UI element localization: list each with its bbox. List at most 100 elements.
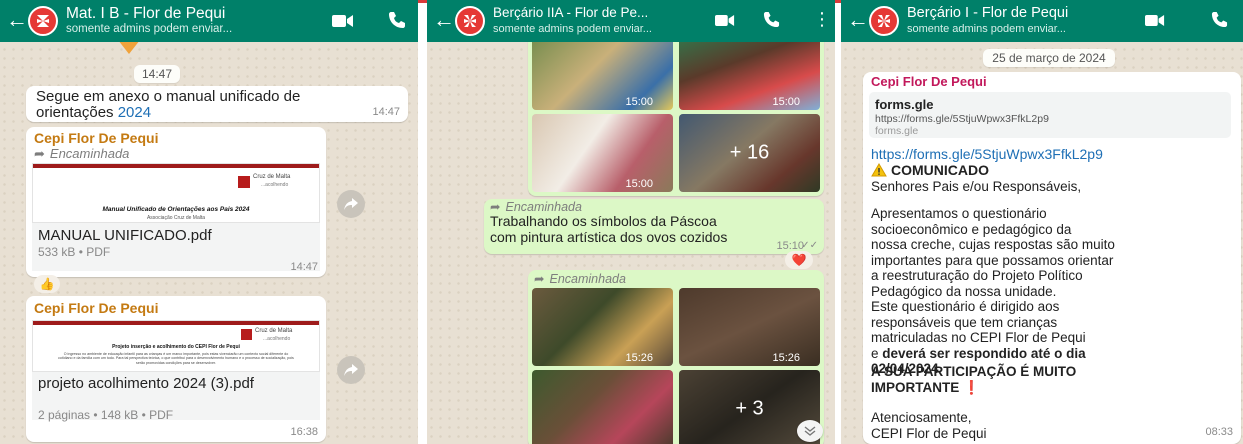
message-bubble[interactable]: Cepi Flor De Pequi forms.gle https://for… (863, 72, 1241, 444)
document-preview[interactable]: Cruz de Malta ...acolhendo Projeto inser… (32, 320, 320, 372)
back-arrow-icon[interactable]: ← (433, 9, 455, 31)
back-arrow-icon[interactable]: ← (847, 9, 869, 31)
album-photo[interactable] (532, 370, 673, 444)
link-preview-domain: forms.gle (875, 125, 919, 137)
photo-album-bubble[interactable]: 15:00 15:00 15:00 + 16 (528, 26, 824, 196)
group-avatar[interactable] (869, 6, 899, 36)
voice-call-icon[interactable] (388, 11, 406, 29)
maltese-cross-icon (37, 15, 49, 27)
time-chip: 14:47 (134, 65, 180, 83)
sender-name: Cepi Flor De Pequi (34, 130, 159, 146)
photo-album-bubble[interactable]: ➦ Encaminhada 15:26 15:26 + 3 (528, 270, 824, 444)
document-bubble[interactable]: Cepi Flor De Pequi Cruz de Malta ...acol… (26, 296, 326, 442)
date-chip: 25 de março de 2024 (983, 49, 1115, 67)
album-photo-more[interactable]: + 16 (679, 114, 820, 192)
chat-subtitle: somente admins podem enviar... (493, 23, 652, 35)
chat-panel-bercario-iia: ← Berçário IIA - Flor de Pe... somente a… (427, 0, 835, 444)
forwarded-text: Encaminhada (505, 200, 582, 214)
heart-icon: ❤️ (791, 253, 807, 267)
chat-subtitle: somente admins podem enviar... (907, 23, 1066, 35)
body-text: e (871, 345, 883, 361)
photo-time: 15:26 (772, 352, 800, 364)
forwarded-text: Encaminhada (49, 146, 130, 161)
chat-title[interactable]: Berçário I - Flor de Pequi (907, 5, 1107, 21)
document-footer: projeto acolhimento 2024 (3).pdf 2 págin… (32, 372, 320, 422)
document-bubble[interactable]: Cepi Flor De Pequi ➦ Encaminhada Cruz de … (26, 127, 326, 277)
warning-icon (871, 163, 887, 177)
document-footer: MANUAL UNIFICADO.pdf 533 kB • PDF (32, 223, 320, 271)
more-photos-count: + 3 (735, 397, 764, 420)
link-preview-url: https://forms.gle/5StjuWpwx3FfkL2p9 (875, 113, 1049, 125)
more-photos-count: + 16 (729, 141, 770, 164)
forwarded-label: ➦ Encaminhada (34, 146, 129, 162)
preview-subtitle: Associação Cruz de Malta (146, 215, 206, 221)
reaction-badge[interactable]: 👍 (34, 275, 60, 293)
body-line: Pedagógico da nossa unidade. (871, 283, 1057, 299)
voice-call-icon[interactable] (763, 11, 780, 28)
group-avatar[interactable] (455, 6, 485, 36)
preview-body: O ingresso no ambiente de educação infan… (58, 352, 294, 365)
document-meta: 533 kB • PDF (38, 245, 111, 259)
chat-header: ← Berçário I - Flor de Pequi somente adm… (841, 0, 1243, 42)
message-time: 16:38 (290, 426, 318, 438)
album-photo[interactable]: 15:26 (532, 288, 673, 366)
photo-time: 15:00 (625, 96, 653, 108)
deadline-text: deverá ser respondido até o dia (882, 345, 1086, 361)
message-link[interactable]: https://forms.gle/5StjuWpwx3FfkL2p9 (871, 146, 1103, 162)
message-text-line: Segue em anexo o manual unificado de (36, 88, 301, 105)
chat-header: ← Mat. I B - Flor de Pequi somente admin… (0, 0, 418, 42)
voice-call-icon[interactable] (1211, 11, 1228, 28)
heart-reaction[interactable]: ❤️ (785, 251, 813, 269)
exclamation-icon: ❗ (963, 379, 980, 395)
comunicado-heading: COMUNICADO (871, 162, 989, 178)
forward-share-button[interactable] (337, 190, 365, 218)
read-receipt-icon: ✓✓ (801, 240, 818, 251)
video-call-icon[interactable] (332, 14, 354, 28)
brand-name: Cruz de Malta (253, 174, 291, 180)
brand-name: Cruz de Malta (255, 328, 293, 334)
forward-share-button[interactable] (337, 356, 365, 384)
forward-arrow-icon: ➦ (490, 200, 501, 214)
album-photo[interactable]: 15:26 (679, 288, 820, 366)
forwarded-text: Encaminhada (549, 272, 626, 286)
document-preview[interactable]: Cruz de Malta ...acolhendo Manual Unific… (32, 163, 320, 223)
document-meta: 2 páginas • 148 kB • PDF (38, 408, 174, 422)
forward-icon (344, 364, 358, 376)
more-options-icon[interactable]: ⋮ (813, 10, 831, 28)
message-bubble[interactable]: Segue em anexo o manual unificado de ori… (26, 86, 408, 122)
body-line: a reestruturação do Projeto Político (871, 268, 1083, 283)
chat-header: ← Berçário IIA - Flor de Pe... somente a… (427, 0, 835, 42)
scrolled-sticker (118, 40, 140, 54)
link-preview-title: forms.gle (875, 97, 934, 112)
video-call-icon[interactable] (1145, 14, 1165, 27)
album-photo[interactable]: 15:00 (679, 30, 820, 110)
back-arrow-icon[interactable]: ← (6, 9, 28, 31)
message-time: 14:47 (372, 106, 400, 118)
message-text-line: com pintura artística dos ovos cozidos (490, 229, 728, 245)
document-filename: MANUAL UNIFICADO.pdf (38, 227, 212, 244)
forward-arrow-icon: ➦ (534, 272, 545, 286)
chat-panel-mat-ib: ← Mat. I B - Flor de Pequi somente admin… (0, 0, 418, 444)
emphasis-line: IMPORTANTE (871, 379, 963, 395)
body-line: matriculadas no CEPI Flor de Pequi (871, 330, 1086, 345)
chat-panel-bercario-i: ← Berçário I - Flor de Pequi somente adm… (841, 0, 1243, 444)
link-preview-card[interactable]: forms.gle https://forms.gle/5StjuWpwx3Ff… (869, 92, 1231, 138)
body-line: socioeconômico e pedagógico da (871, 221, 1072, 237)
sender-name: Cepi Flor De Pequi (871, 74, 987, 89)
chat-title[interactable]: Berçário IIA - Flor de Pe... (493, 5, 698, 20)
message-year: 2024 (117, 104, 152, 121)
video-call-icon[interactable] (715, 14, 735, 27)
message-text-line: Trabalhando os símbolos da Páscoa (490, 213, 717, 229)
maltese-cross-icon (464, 15, 476, 27)
message-time: 08:33 (1205, 426, 1233, 438)
closing-line: CEPI Flor de Pequi (871, 425, 987, 441)
album-photo[interactable]: 15:00 (532, 30, 673, 110)
scroll-down-button[interactable] (797, 420, 823, 442)
album-photo[interactable]: 15:00 (532, 114, 673, 192)
chevron-down-icon (804, 426, 816, 436)
body-line: nossa creche, cujas respostas são muito (871, 237, 1115, 252)
group-avatar[interactable] (28, 6, 58, 36)
chat-title[interactable]: Mat. I B - Flor de Pequi (66, 5, 251, 23)
message-bubble[interactable]: ➦ Encaminhada Trabalhando os símbolos da … (484, 199, 824, 254)
cruz-de-malta-logo (241, 329, 252, 340)
